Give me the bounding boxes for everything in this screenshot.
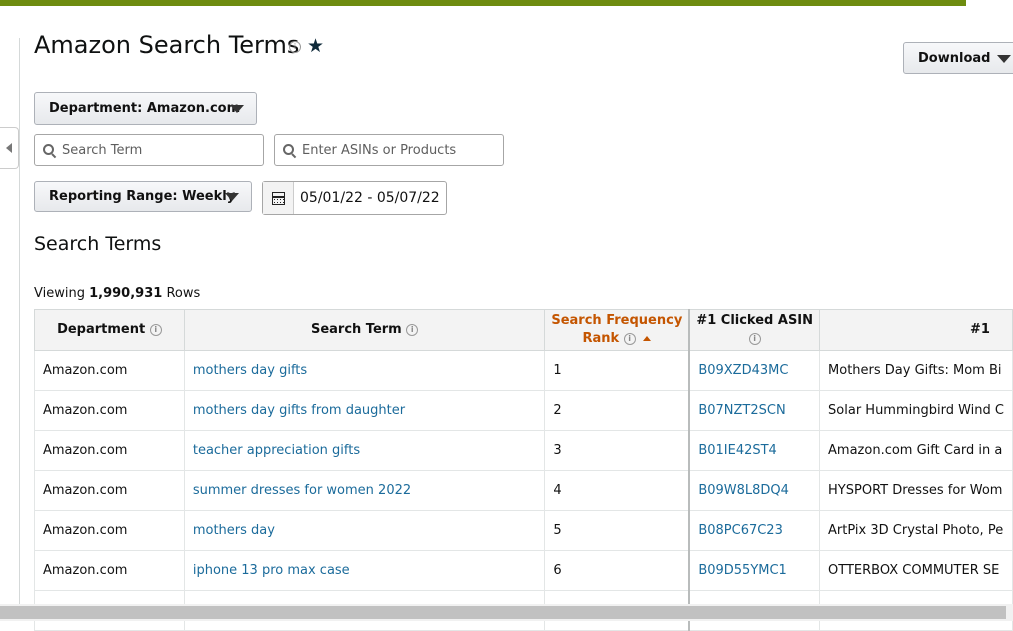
cell-rank: 3	[544, 430, 690, 471]
cell-search-term-link[interactable]: mothers day gifts	[183, 350, 546, 391]
cell-product-title: Mothers Day Gifts: Mom Bi	[819, 350, 1013, 391]
search-terms-table: Department i Search Term i Search Freque…	[34, 309, 1013, 631]
cell-product-title: OTTERBOX COMMUTER SE	[819, 550, 1013, 591]
info-icon[interactable]: i	[149, 323, 162, 336]
page-title: Amazon Search Terms	[34, 31, 300, 59]
horizontal-scrollbar[interactable]	[0, 604, 1013, 621]
cell-search-term-link[interactable]: mothers day gifts from daughter	[183, 390, 546, 431]
cell-product-title: ArtPix 3D Crystal Photo, Pe	[819, 510, 1013, 551]
asin-search-field[interactable]	[274, 134, 504, 166]
calendar-button[interactable]	[263, 182, 294, 214]
chevron-down-icon	[230, 105, 244, 113]
column-header-department[interactable]: Department i	[34, 309, 185, 351]
table-row: Amazon.com mothers day gifts 1 B09XZD43M…	[34, 350, 1013, 391]
cell-asin-link[interactable]: B09W8L8DQ4	[688, 470, 821, 511]
chevron-left-icon	[6, 143, 12, 153]
download-button[interactable]: Download	[903, 42, 1013, 74]
asin-search-input[interactable]	[302, 142, 492, 158]
cell-asin-link[interactable]: B01IE42ST4	[688, 430, 821, 471]
cell-product-title: Amazon.com Gift Card in a	[819, 430, 1013, 471]
cell-search-term-link[interactable]: summer dresses for women 2022	[183, 470, 546, 511]
cell-asin-link[interactable]: B09D55YMC1	[688, 550, 821, 591]
cell-rank: 2	[544, 390, 690, 431]
cell-department: Amazon.com	[34, 430, 185, 471]
download-button-label: Download	[918, 50, 991, 66]
cell-asin-link[interactable]: B09XZD43MC	[688, 350, 821, 391]
search-icon	[283, 143, 297, 158]
scrollbar-thumb[interactable]	[0, 606, 1006, 619]
viewing-prefix: Viewing	[34, 286, 85, 301]
info-icon[interactable]: i	[748, 332, 761, 345]
table-row: Amazon.com teacher appreciation gifts 3 …	[34, 430, 1013, 471]
cell-product-title: HYSPORT Dresses for Wom	[819, 470, 1013, 511]
reporting-range-label: Reporting Range: Weekly	[49, 189, 236, 204]
favorite-star-icon[interactable]: ★	[307, 35, 324, 57]
sidebar-divider	[19, 38, 20, 608]
cell-department: Amazon.com	[34, 390, 185, 431]
table-row: Amazon.com summer dresses for women 2022…	[34, 470, 1013, 511]
cell-department: Amazon.com	[34, 510, 185, 551]
cell-search-term-link[interactable]: iphone 13 pro max case	[183, 550, 546, 591]
department-dropdown-label: Department: Amazon.com	[49, 101, 241, 116]
cell-department: Amazon.com	[34, 550, 185, 591]
table-row: Amazon.com mothers day gifts from daught…	[34, 390, 1013, 431]
info-icon[interactable]: i	[289, 41, 301, 53]
cell-rank: 5	[544, 510, 690, 551]
department-dropdown[interactable]: Department: Amazon.com	[34, 92, 257, 125]
column-header-clicked-product-title[interactable]: #1	[819, 309, 1013, 351]
table-row: Amazon.com iphone 13 pro max case 6 B09D…	[34, 550, 1013, 591]
row-count: 1,990,931	[89, 286, 163, 301]
column-header-search-term[interactable]: Search Term i	[183, 309, 546, 351]
cell-search-term-link[interactable]: mothers day	[183, 510, 546, 551]
brand-top-bar	[0, 0, 966, 6]
cell-rank: 1	[544, 350, 690, 391]
table-header-row: Department i Search Term i Search Freque…	[34, 309, 1013, 351]
sort-ascending-icon	[643, 336, 652, 341]
table-row: Amazon.com mothers day 5 B08PC67C23 ArtP…	[34, 510, 1013, 551]
row-count-summary: Viewing 1,990,931 Rows	[34, 286, 200, 301]
cell-department: Amazon.com	[34, 350, 185, 391]
column-header-search-frequency-rank[interactable]: Search Frequency Rank i	[544, 309, 690, 351]
chevron-down-icon	[997, 55, 1011, 63]
column-header-clicked-asin[interactable]: #1 Clicked ASIN i	[688, 309, 821, 351]
cell-search-term-link[interactable]: teacher appreciation gifts	[183, 430, 546, 471]
viewing-suffix: Rows	[166, 286, 201, 301]
search-term-field[interactable]	[34, 134, 264, 166]
section-title: Search Terms	[34, 233, 162, 255]
cell-rank: 6	[544, 550, 690, 591]
date-range-picker[interactable]: 05/01/22 - 05/07/22	[262, 181, 447, 215]
info-icon[interactable]: i	[406, 323, 419, 336]
cell-asin-link[interactable]: B08PC67C23	[688, 510, 821, 551]
cell-product-title: Solar Hummingbird Wind C	[819, 390, 1013, 431]
search-term-input[interactable]	[62, 142, 252, 158]
date-range-value: 05/01/22 - 05/07/22	[300, 190, 440, 206]
cell-asin-link[interactable]: B07NZT2SCN	[688, 390, 821, 431]
info-icon[interactable]: i	[623, 332, 636, 345]
chevron-down-icon	[225, 193, 239, 201]
search-icon	[43, 143, 57, 158]
sidebar-collapse-toggle[interactable]	[0, 127, 19, 169]
cell-department: Amazon.com	[34, 470, 185, 511]
reporting-range-dropdown[interactable]: Reporting Range: Weekly	[34, 181, 252, 212]
calendar-icon	[271, 191, 285, 205]
cell-rank: 4	[544, 470, 690, 511]
